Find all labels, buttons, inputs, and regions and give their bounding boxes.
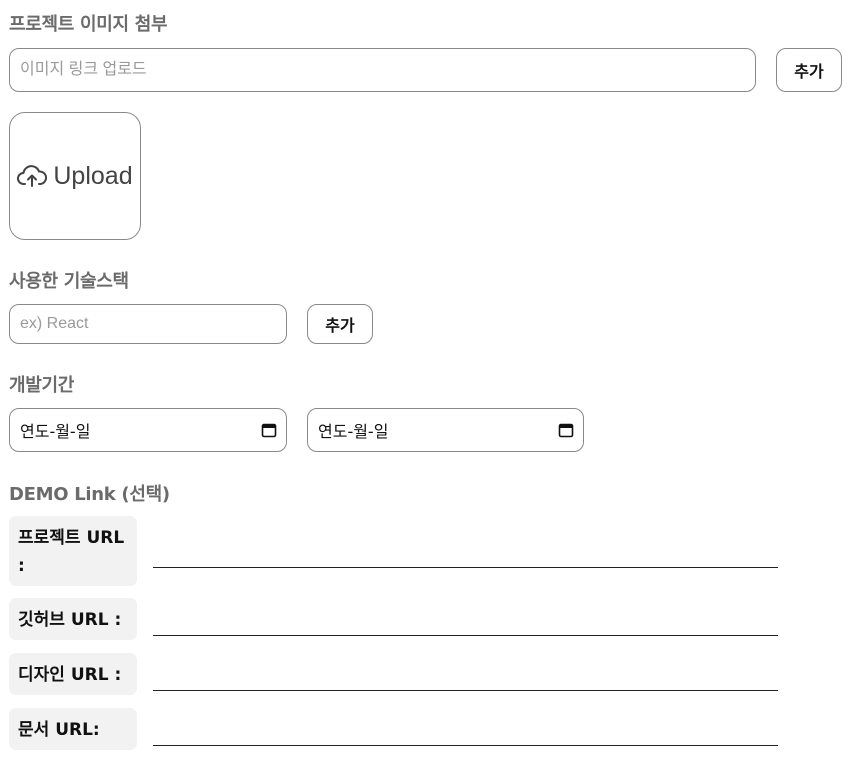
calendar-icon[interactable] bbox=[261, 422, 277, 438]
start-date-text: 연도-월-일 bbox=[20, 422, 91, 441]
period-section-title: 개발기간 bbox=[9, 375, 75, 396]
upload-image-button[interactable]: Upload bbox=[9, 112, 141, 240]
design-url-input[interactable] bbox=[153, 665, 778, 691]
image-section-title: 프로젝트 이미지 첨부 bbox=[9, 14, 168, 35]
design-url-label: 디자인 URL : bbox=[9, 653, 137, 695]
cloud-upload-icon bbox=[17, 163, 48, 189]
document-url-label: 문서 URL: bbox=[9, 708, 137, 750]
upload-label: Upload bbox=[53, 161, 133, 190]
github-url-input[interactable] bbox=[153, 610, 778, 636]
demo-section-title: DEMO Link (선택) bbox=[9, 484, 170, 505]
project-url-input[interactable] bbox=[153, 542, 778, 568]
calendar-icon[interactable] bbox=[558, 422, 574, 438]
add-image-link-button[interactable]: 추가 bbox=[776, 48, 842, 92]
image-link-input[interactable] bbox=[9, 48, 756, 92]
document-url-input[interactable] bbox=[153, 720, 778, 746]
tech-stack-input[interactable] bbox=[9, 304, 287, 344]
end-date-text: 연도-월-일 bbox=[318, 422, 389, 441]
stack-section-title: 사용한 기술스택 bbox=[9, 271, 129, 292]
start-date-input[interactable]: 연도-월-일 bbox=[9, 408, 287, 452]
project-url-label: 프로젝트 URL : bbox=[9, 516, 137, 586]
github-url-label: 깃허브 URL : bbox=[9, 598, 137, 640]
add-tech-stack-button[interactable]: 추가 bbox=[307, 304, 373, 344]
end-date-input[interactable]: 연도-월-일 bbox=[307, 408, 584, 452]
